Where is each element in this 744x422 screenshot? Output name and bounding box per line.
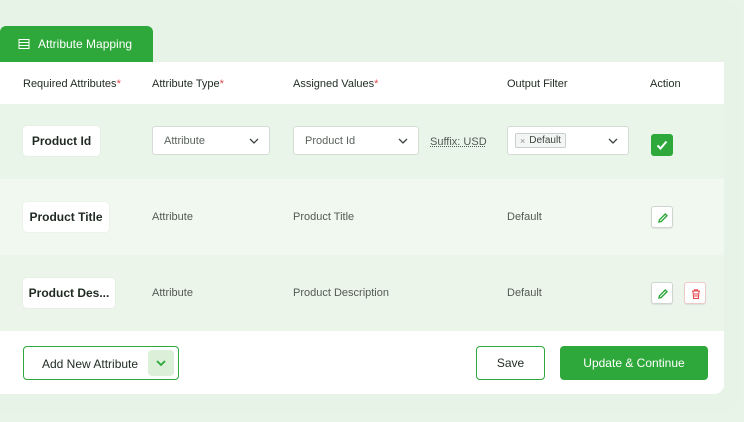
assigned-value: Product Id <box>305 134 356 147</box>
mapping-panel: Required Attributes* Attribute Type* Ass… <box>0 62 724 394</box>
chevron-down-icon <box>156 360 166 367</box>
attribute-name-badge: Product Des... <box>23 278 115 308</box>
output-filter-text: Default <box>507 287 542 299</box>
update-continue-button[interactable]: Update & Continue <box>560 346 708 380</box>
output-filter-select[interactable]: × Default <box>507 126 629 155</box>
save-button[interactable]: Save <box>476 346 545 380</box>
attribute-type-select[interactable]: Attribute <box>152 126 270 155</box>
attribute-type-value: Attribute <box>164 134 205 147</box>
confirm-button[interactable] <box>651 134 673 156</box>
edit-button[interactable] <box>651 282 673 304</box>
column-assigned-values: Assigned Values* <box>293 78 379 90</box>
list-icon <box>18 38 30 50</box>
filter-tag-label: Default <box>529 135 561 146</box>
column-action: Action <box>650 78 681 90</box>
output-filter-text: Default <box>507 211 542 223</box>
column-output-filter: Output Filter <box>507 78 568 90</box>
add-options-dropdown[interactable] <box>148 350 174 376</box>
footer-bar: Add New Attribute Save Update & Continue <box>0 331 724 394</box>
pencil-icon <box>658 213 668 223</box>
chevron-down-icon <box>249 136 259 144</box>
attribute-type-text: Attribute <box>152 211 193 223</box>
check-icon <box>656 140 668 150</box>
chevron-down-icon <box>398 136 408 144</box>
attribute-type-text: Attribute <box>152 287 193 299</box>
add-new-attribute-label: Add New Attribute <box>42 357 139 371</box>
edit-button[interactable] <box>651 206 673 228</box>
trash-icon <box>692 289 700 300</box>
tab-label: Attribute Mapping <box>38 37 133 51</box>
pencil-icon <box>658 289 668 299</box>
table-row: Product Id Attribute Product Id Suffix: … <box>0 104 724 180</box>
remove-tag-icon[interactable]: × <box>520 136 525 146</box>
suffix-link[interactable]: Suffix: USD <box>430 136 487 148</box>
table-row: Product Des... Attribute Product Descrip… <box>0 255 724 331</box>
attribute-name-badge: Product Title <box>23 202 109 232</box>
add-new-attribute-button[interactable]: Add New Attribute <box>23 346 179 380</box>
table-row: Product Title Attribute Product Title De… <box>0 179 724 255</box>
chevron-down-icon <box>608 136 618 144</box>
tab-attribute-mapping[interactable]: Attribute Mapping <box>0 26 153 62</box>
assigned-value-text: Product Title <box>293 211 355 223</box>
assigned-value-select[interactable]: Product Id <box>293 126 419 155</box>
delete-button[interactable] <box>684 282 706 304</box>
attribute-name-badge: Product Id <box>23 126 100 156</box>
filter-tag: × Default <box>515 133 566 148</box>
table-header: Required Attributes* Attribute Type* Ass… <box>0 62 724 104</box>
column-attribute-type: Attribute Type* <box>152 78 224 90</box>
column-required-attributes: Required Attributes* <box>23 78 121 90</box>
assigned-value-text: Product Description <box>293 287 389 299</box>
